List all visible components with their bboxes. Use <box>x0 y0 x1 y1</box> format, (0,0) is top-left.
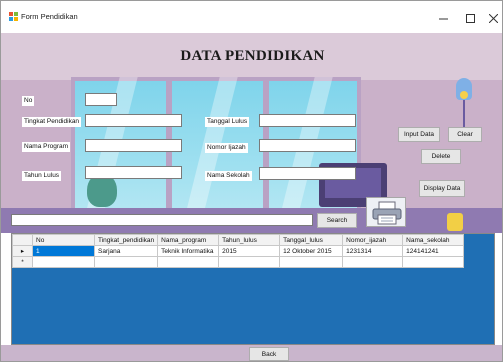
tahun-lulus-input[interactable] <box>86 167 181 178</box>
nama-program-input[interactable] <box>86 140 181 151</box>
table-row[interactable]: ▸ 1 Sarjana Teknik Informatika 2015 12 O… <box>12 245 465 257</box>
mug-illustration <box>447 213 463 231</box>
row-indicator[interactable]: * <box>12 256 33 268</box>
app-icon <box>9 12 18 21</box>
column-header-nama-sekolah[interactable]: Nama_sekolah <box>402 234 465 246</box>
tingkat-pendidikan-label: Tingkat Pendidikan <box>22 117 82 127</box>
window-title: Form Pendidikan <box>21 12 78 21</box>
printer-icon <box>372 201 402 225</box>
clear-button[interactable]: Clear <box>448 127 482 142</box>
table-cell-nomor-ijazah[interactable]: 1231314 <box>342 245 404 257</box>
minimize-icon <box>438 18 448 19</box>
table-cell-nama-program[interactable]: Teknik Informatika <box>157 245 220 257</box>
print-button[interactable] <box>366 197 406 227</box>
nama-sekolah-label: Nama Sekolah <box>205 171 252 181</box>
table-cell-tanggal-lulus[interactable] <box>279 256 344 268</box>
column-header-tingkat-pendidikan[interactable]: Tingkat_pendidikan <box>93 234 159 246</box>
row-header-corner <box>12 234 33 246</box>
window-divider <box>166 77 172 227</box>
table-cell-tahun-lulus[interactable] <box>218 256 281 268</box>
delete-button[interactable]: Delete <box>421 149 461 164</box>
search-input[interactable] <box>12 215 312 225</box>
column-header-tahun-lulus[interactable]: Tahun_lulus <box>218 234 281 246</box>
nama-sekolah-input[interactable] <box>260 168 355 179</box>
column-header-no[interactable]: No <box>32 234 95 246</box>
table-cell-tingkat-pendidikan[interactable]: Sarjana <box>93 245 159 257</box>
nama-sekolah-field[interactable] <box>259 167 356 180</box>
input-data-button[interactable]: Input Data <box>398 127 440 142</box>
table-new-row[interactable]: * <box>12 256 465 268</box>
nomor-ijazah-input[interactable] <box>260 140 355 151</box>
tanggal-lulus-label: Tanggal Lulus <box>205 117 250 127</box>
form-window: Form Pendidikan DATA PENDIDIKAN No Tingk… <box>0 0 503 362</box>
close-button[interactable] <box>480 7 502 29</box>
title-bar: Form Pendidikan <box>1 1 502 33</box>
table-cell-tanggal-lulus[interactable]: 12 Oktober 2015 <box>279 245 344 257</box>
table-cell-nama-program[interactable] <box>157 256 220 268</box>
nama-program-label: Nama Program <box>22 142 71 152</box>
row-indicator[interactable]: ▸ <box>12 245 33 257</box>
nomor-ijazah-field[interactable] <box>259 139 356 152</box>
no-input[interactable] <box>86 94 116 105</box>
table-cell-tahun-lulus[interactable]: 2015 <box>218 245 281 257</box>
tanggal-lulus-input[interactable] <box>260 115 355 126</box>
column-header-nama-program[interactable]: Nama_program <box>157 234 220 246</box>
tingkat-pendidikan-input[interactable] <box>86 115 181 126</box>
table-cell-nama-sekolah[interactable] <box>402 256 465 268</box>
no-field[interactable] <box>85 93 117 106</box>
no-label: No <box>22 96 35 106</box>
table-cell-no[interactable] <box>32 256 95 268</box>
column-header-nomor-ijazah[interactable]: Nomor_ijazah <box>342 234 404 246</box>
table-cell-tingkat-pendidikan[interactable] <box>93 256 159 268</box>
data-grid[interactable]: No Tingkat_pendidikan Nama_program Tahun… <box>11 233 495 345</box>
table-header-row: No Tingkat_pendidikan Nama_program Tahun… <box>12 234 465 246</box>
table-cell-nomor-ijazah[interactable] <box>342 256 404 268</box>
tingkat-pendidikan-field[interactable] <box>85 114 182 127</box>
search-button[interactable]: Search <box>317 213 357 228</box>
data-table: No Tingkat_pendidikan Nama_program Tahun… <box>12 234 465 268</box>
tahun-lulus-field[interactable] <box>85 166 182 179</box>
table-cell-no[interactable]: 1 <box>32 245 95 257</box>
back-button[interactable]: Back <box>249 347 289 361</box>
minimize-button[interactable] <box>430 7 456 29</box>
tahun-lulus-label: Tahun Lulus <box>22 171 62 181</box>
table-cell-nama-sekolah[interactable]: 124141241 <box>402 245 465 257</box>
tanggal-lulus-field[interactable] <box>259 114 356 127</box>
close-icon <box>488 13 498 23</box>
search-field[interactable] <box>11 214 313 226</box>
column-header-tanggal-lulus[interactable]: Tanggal_lulus <box>279 234 344 246</box>
window-divider <box>263 77 269 227</box>
maximize-icon <box>465 13 475 23</box>
display-data-button[interactable]: Display Data <box>419 180 465 197</box>
nama-program-field[interactable] <box>85 139 182 152</box>
nomor-ijazah-label: Nomor Ijazah <box>205 143 248 153</box>
page-title: DATA PENDIDIKAN <box>180 48 325 64</box>
